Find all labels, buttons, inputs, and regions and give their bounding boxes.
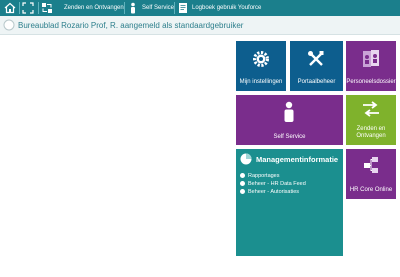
expand-icon[interactable]	[22, 2, 34, 14]
toolbar-self-service-label[interactable]: Self Service	[142, 3, 174, 13]
bullet-icon	[240, 189, 245, 195]
tile-label: HR Core Online	[349, 187, 393, 193]
toolbar-divider	[38, 2, 39, 14]
person-icon	[284, 101, 294, 122]
top-toolbar: Zenden en Ontvangen Self Service Logboek…	[0, 0, 400, 16]
send-receive-icon[interactable]	[41, 2, 53, 14]
toolbar-divider	[174, 2, 175, 14]
tile-label: Mijn instellingen	[239, 79, 283, 85]
mi-link-rapportages[interactable]: Rapportages	[240, 173, 280, 180]
tile-mijn-instellingen[interactable]: Mijn instellingen	[236, 41, 286, 91]
toolbar-logbook-label[interactable]: Logboek gebruik Youforce	[192, 3, 261, 13]
tile-personeelsdossier[interactable]: Personeelsdossier	[346, 41, 396, 91]
toolbar-divider	[124, 2, 125, 14]
gear-icon	[253, 51, 269, 67]
tile-self-service[interactable]: Self Service	[236, 95, 343, 145]
send-receive-icon	[363, 101, 379, 117]
mi-link-label: Beheer - HR Data Feed	[248, 181, 306, 187]
managementinformatie-title: Managementinformatie	[256, 155, 339, 164]
tile-hr-core-online[interactable]: HR Core Online	[346, 149, 396, 199]
toolbar-divider	[19, 2, 20, 14]
org-chart-icon	[364, 157, 378, 173]
dossier-icon	[363, 50, 379, 67]
tile-label: Ontvangen	[356, 133, 386, 139]
logbook-icon[interactable]	[177, 2, 189, 14]
tools-icon	[308, 51, 324, 66]
mi-link-label: Beheer - Autorisaties	[248, 189, 300, 195]
mi-link-hr-data-feed[interactable]: Beheer - HR Data Feed	[240, 181, 306, 188]
mi-link-label: Rapportages	[248, 173, 280, 179]
tile-managementinformatie[interactable]: Managementinformatie Rapportages Beheer …	[236, 149, 343, 256]
person-icon[interactable]	[127, 2, 139, 14]
toolbar-send-receive-label[interactable]: Zenden en Ontvangen	[64, 3, 124, 13]
tile-label: Self Service	[273, 134, 306, 140]
page-title: Bureaublad Rozario Prof, R. aangemeld al…	[18, 21, 244, 30]
mi-link-autorisaties[interactable]: Beheer - Autorisaties	[240, 189, 299, 196]
tile-label: Personeelsdossier	[346, 79, 396, 85]
breadcrumb-bar: Bureaublad Rozario Prof, R. aangemeld al…	[0, 16, 400, 35]
home-icon[interactable]	[4, 2, 16, 14]
chart-pie-icon	[240, 153, 252, 165]
circle-icon	[3, 19, 15, 31]
tile-label: Zenden en	[356, 126, 386, 132]
tile-zenden-en-ontvangen[interactable]: Zenden en Ontvangen	[346, 95, 396, 145]
bullet-icon	[240, 181, 245, 187]
bullet-icon	[240, 173, 245, 179]
tile-label: Portaalbeheer	[297, 79, 336, 85]
tile-portaalbeheer[interactable]: Portaalbeheer	[290, 41, 343, 91]
